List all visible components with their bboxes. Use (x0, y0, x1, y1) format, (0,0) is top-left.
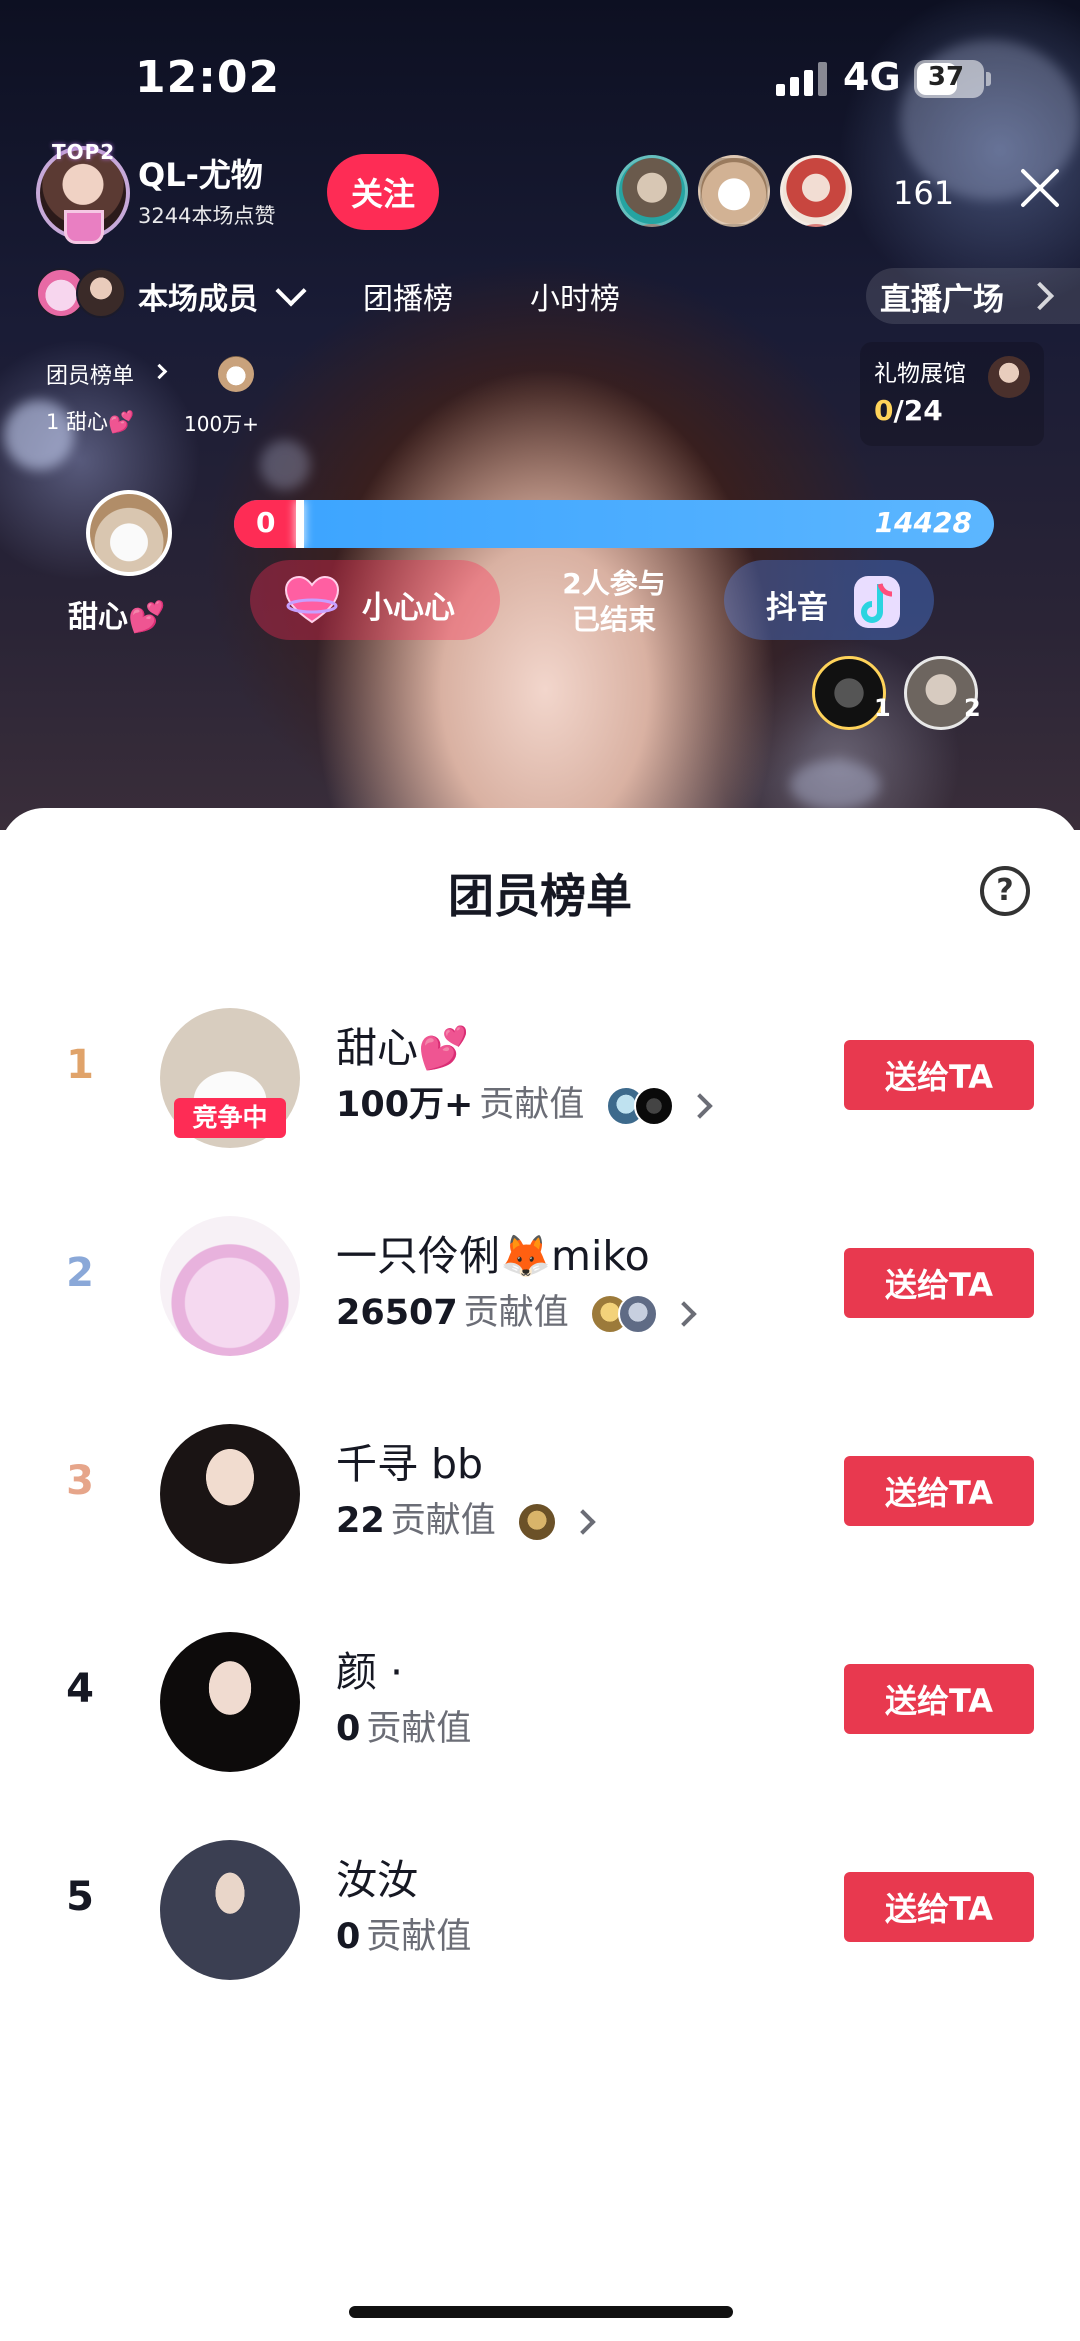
send-gift-button[interactable]: 送给TA (844, 1456, 1034, 1526)
host-name[interactable]: QL-尤物 (138, 150, 263, 196)
tab-members[interactable]: 本场成员 (138, 274, 258, 318)
pk-rank-number: 1 (874, 694, 891, 722)
rank-number: 2 (66, 1250, 94, 1296)
tab-team-board[interactable]: 团播榜 (363, 274, 453, 318)
mini-board-value: 100万+ (184, 412, 259, 436)
member-name[interactable]: 汝汝 (336, 1846, 418, 1906)
gift-hall-title: 礼物展馆 (874, 361, 966, 387)
chevron-right-icon (570, 1509, 596, 1535)
status-time: 12:02 (135, 52, 281, 103)
sheet-title: 团员榜单 (448, 869, 632, 923)
network-type: 4G (843, 55, 901, 99)
battery-cap (986, 72, 991, 86)
member-contribution[interactable]: 100万+ 贡献值 (336, 1076, 713, 1127)
chevron-right-icon (671, 1301, 697, 1327)
chevron-right-icon (686, 1093, 713, 1119)
pk-left-score: 0 (256, 506, 276, 539)
ranking-row[interactable]: 1 竞争中 甜心💕 100万+ 贡献值 送给TA (0, 994, 1080, 1164)
follow-button[interactable]: 关注 (327, 154, 439, 230)
pk-right-team-label: 抖音 (766, 590, 828, 626)
heart-icon (284, 576, 340, 624)
chevron-down-icon[interactable] (275, 275, 307, 307)
mini-team-board[interactable]: 团员榜单 1 甜心💕 100万+ (40, 350, 270, 446)
ranking-row[interactable]: 5 汝汝 0 贡献值 送给TA (0, 1826, 1080, 1996)
host-likes: 3244本场点赞 (138, 204, 276, 228)
chevron-right-icon (151, 363, 168, 380)
team-ranking-sheet: 团员榜单 ? 1 竞争中 甜心💕 100万+ 贡献值 送给TA 2 一只伶俐🦊mi… (0, 808, 1080, 2341)
battery-icon: 37 (914, 60, 984, 98)
member-avatar[interactable] (160, 1216, 300, 1356)
live-plaza-label[interactable]: 直播广场 (880, 274, 1004, 319)
bokeh-light (260, 440, 310, 490)
rank-number: 4 (66, 1666, 94, 1712)
tiktok-note-icon (854, 576, 900, 628)
pk-member-avatar[interactable] (86, 490, 172, 576)
bokeh-light (790, 760, 880, 810)
mini-board-title: 团员榜单 (46, 364, 135, 389)
competing-badge: 竞争中 (174, 1098, 286, 1138)
member-name[interactable]: 一只伶俐🦊miko (336, 1222, 650, 1282)
viewer-avatar[interactable] (698, 155, 770, 227)
contributor-avatars (605, 1086, 674, 1126)
signal-icon (776, 62, 832, 96)
gift-hall-widget[interactable]: 礼物展馆 0/24 (860, 342, 1044, 446)
ranking-row[interactable]: 4 颜 · 0 贡献值 送给TA (0, 1618, 1080, 1788)
members-avatars[interactable] (36, 268, 128, 318)
tab-hourly-board[interactable]: 小时榜 (530, 274, 620, 318)
member-name[interactable]: 颜 · (336, 1638, 403, 1698)
gift-hall-avatar (988, 356, 1030, 398)
battery-level: 37 (927, 62, 965, 92)
contributor-avatars (589, 1294, 658, 1334)
member-avatar[interactable] (160, 1840, 300, 1980)
mini-board-avatar (218, 356, 254, 392)
pk-right-team[interactable] (724, 560, 934, 640)
viewer-avatar[interactable] (616, 155, 688, 227)
pk-left-team-label: 小心心 (362, 590, 455, 626)
member-avatar[interactable] (160, 1632, 300, 1772)
send-gift-button[interactable]: 送给TA (844, 1040, 1034, 1110)
member-contribution: 0 贡献值 (336, 1709, 472, 1749)
home-indicator[interactable] (349, 2306, 733, 2318)
pk-status: 2人参与 已结束 (562, 567, 666, 636)
host-level-badge-icon (64, 210, 104, 244)
live-stream-view: 12:02 4G 37 TOP2 QL-尤物 3244本场点赞 关注 161 本… (0, 0, 1080, 830)
pk-rank-number: 2 (964, 694, 981, 722)
viewer-avatar[interactable] (780, 155, 852, 227)
gift-hall-count: 0/24 (874, 394, 943, 427)
pk-member-name: 甜心💕 (68, 600, 166, 635)
send-gift-button[interactable]: 送给TA (844, 1664, 1034, 1734)
member-contribution[interactable]: 26507 贡献值 (336, 1284, 697, 1335)
rank-number: 3 (66, 1458, 94, 1504)
contributor-avatars (516, 1502, 557, 1542)
rank-number: 1 (66, 1042, 94, 1088)
pk-right-score: 14428 (874, 506, 972, 539)
send-gift-button[interactable]: 送给TA (844, 1248, 1034, 1318)
close-icon[interactable] (1018, 166, 1062, 210)
member-name[interactable]: 千寻 bb (336, 1430, 483, 1490)
ranking-row[interactable]: 2 一只伶俐🦊miko 26507 贡献值 送给TA (0, 1202, 1080, 1372)
mini-board-rank: 1 甜心💕 (46, 410, 135, 434)
member-contribution: 0 贡献值 (336, 1917, 472, 1957)
help-icon[interactable]: ? (980, 866, 1030, 916)
member-name[interactable]: 甜心💕 (336, 1014, 469, 1074)
rank-number: 5 (66, 1874, 94, 1920)
pk-progress-bar: 0 14428 (234, 500, 994, 548)
host-rank-badge: TOP2 (52, 140, 116, 164)
send-gift-button[interactable]: 送给TA (844, 1872, 1034, 1942)
viewer-count[interactable]: 161 (893, 174, 954, 212)
ranking-row[interactable]: 3 千寻 bb 22 贡献值 送给TA (0, 1410, 1080, 1580)
member-contribution[interactable]: 22 贡献值 (336, 1492, 596, 1543)
member-avatar[interactable] (160, 1424, 300, 1564)
